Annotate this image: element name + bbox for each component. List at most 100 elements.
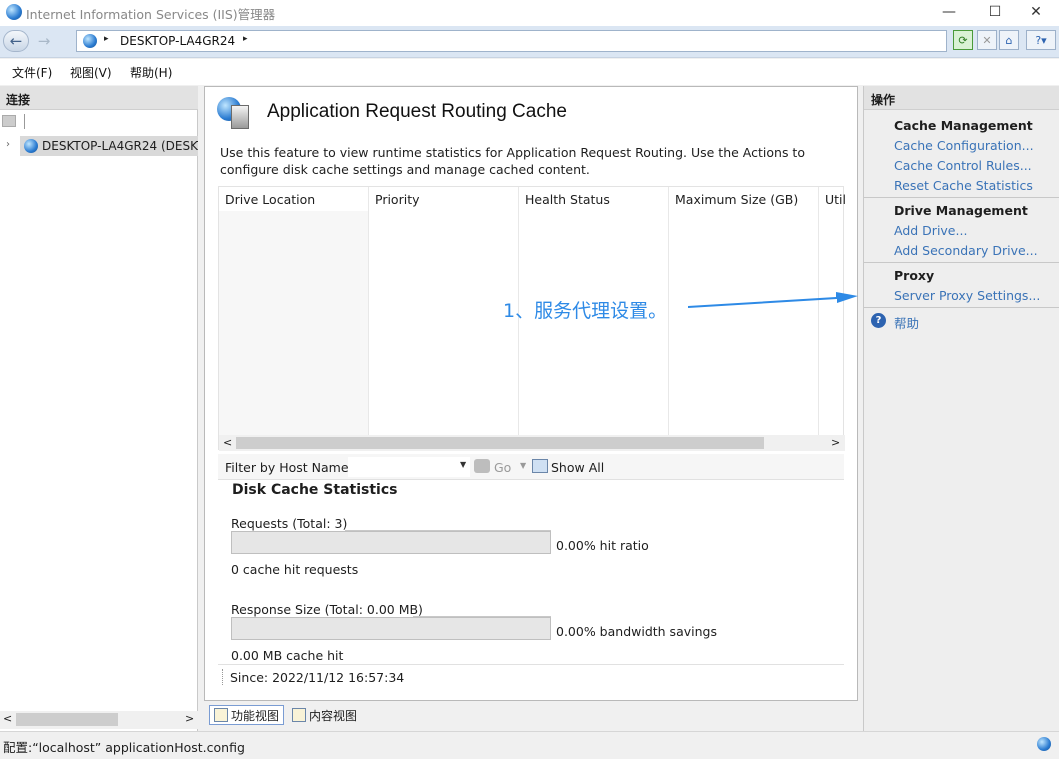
column-health-status[interactable]: Health Status [519,187,669,211]
binoculars-icon [474,459,490,473]
server-globe-icon [83,34,97,48]
status-text: 配置:“localhost” applicationHost.config [3,740,245,755]
server-proxy-settings-link[interactable]: Server Proxy Settings... [894,288,1040,303]
column-maximum-size[interactable]: Maximum Size (GB) [669,187,819,211]
go-dropdown-icon[interactable]: ▼ [520,461,526,470]
connections-pane: 连接 › DESKTOP-LA4GR24 (DESKTOP-LA4GR24\ <… [0,86,198,731]
breadcrumb-host[interactable]: DESKTOP-LA4GR24 [120,34,235,48]
menu-view[interactable]: 视图(V) [70,64,112,81]
drive-management-heading: Drive Management [894,203,1028,218]
show-all-icon [532,459,548,473]
content-view-icon [292,708,306,722]
maximize-button[interactable]: ☐ [972,0,1018,24]
tab-content-view[interactable]: 内容视图 [288,705,361,725]
scrollbar-thumb[interactable] [236,437,764,449]
add-drive-link[interactable]: Add Drive... [894,223,967,238]
help-dropdown-icon[interactable]: ?▾ [1026,30,1056,50]
refresh-icon[interactable]: ⟳ [953,30,973,50]
scroll-left-icon[interactable]: < [3,712,12,725]
tab-features-view[interactable]: 功能视图 [209,705,285,725]
tree-expander-icon[interactable]: › [6,139,10,150]
grid-scrollbar[interactable]: < > [219,435,845,451]
filter-dropdown-icon[interactable]: ▼ [460,460,466,469]
cache-hit-requests: 0 cache hit requests [231,562,359,577]
bandwidth-bar [231,617,551,640]
sort-ascending-icon: ^ [290,187,298,193]
since-row: Since: 2022/11/12 16:57:34 [218,664,844,688]
status-bar: 配置:“localhost” applicationHost.config [0,731,1059,759]
connections-toolbar [0,110,198,134]
annotation-text: 1、服务代理设置。 [503,300,668,322]
minimize-button[interactable]: — [926,0,972,24]
connections-header: 连接 [0,86,198,110]
help-icon[interactable]: ? [871,313,886,328]
features-view-icon [214,708,228,722]
since-timestamp: Since: 2022/11/12 16:57:34 [230,670,405,685]
scroll-left-icon[interactable]: < [223,436,232,449]
hit-ratio-text: 0.00% hit ratio [556,538,649,553]
bandwidth-text: 0.00% bandwidth savings [556,624,717,639]
requests-label: Requests (Total: 3) [231,516,348,531]
cache-management-heading: Cache Management [894,118,1033,133]
filter-label: Filter by Host Name: [225,460,353,475]
status-server-icon [1037,737,1051,751]
show-all-button[interactable]: Show All [551,460,604,475]
response-size-label: Response Size (Total: 0.00 MB) [231,602,423,617]
breadcrumb-chevron-icon[interactable]: ▸ [243,34,248,44]
column-divider[interactable] [668,187,669,435]
column-drive-location[interactable]: Drive Location ^ [219,187,369,211]
actions-divider [864,307,1059,308]
server-icon [24,139,38,153]
grip-handle [222,669,225,685]
column-divider[interactable] [368,187,369,435]
close-button[interactable]: ✕ [1013,0,1059,24]
tab-features-label: 功能视图 [231,708,280,723]
menu-file[interactable]: 文件(F) [12,64,52,81]
scroll-right-icon[interactable]: > [831,436,840,449]
reset-cache-statistics-link[interactable]: Reset Cache Statistics [894,178,1033,193]
actions-pane: 操作 Cache Management Cache Configuration.… [863,86,1059,731]
feature-pane: Application Request Routing Cache Use th… [204,86,858,701]
filter-bar: Filter by Host Name: ▼ Go ▼ Show All [218,454,844,480]
connections-scrollbar[interactable]: < > [0,711,198,729]
title-bar: Internet Information Services (IIS)管理器 —… [0,0,1059,26]
help-link[interactable]: 帮助 [894,313,919,332]
back-button[interactable]: ← [3,30,29,52]
feature-description: Use this feature to view runtime statist… [220,145,805,177]
breadcrumb-separator-icon[interactable]: ▸ [104,34,109,44]
cache-control-rules-link[interactable]: Cache Control Rules... [894,158,1032,173]
column-priority[interactable]: Priority [369,187,519,211]
scroll-right-icon[interactable]: > [185,712,194,725]
connect-icon[interactable] [2,115,16,127]
host-filter-input[interactable] [348,457,470,477]
scrollbar-thumb[interactable] [16,713,118,726]
proxy-heading: Proxy [894,268,935,283]
toolbar-divider [24,114,25,129]
mb-cache-hit: 0.00 MB cache hit [231,648,344,663]
stop-icon[interactable]: ✕ [977,30,997,50]
tree-node-server[interactable]: › DESKTOP-LA4GR24 (DESKTOP-LA4GR24\ [4,136,198,156]
tab-content-label: 内容视图 [309,708,358,723]
actions-header: 操作 [864,86,1059,110]
arr-cache-icon [217,97,251,131]
server-tower-icon [231,105,249,129]
tree-node-label[interactable]: DESKTOP-LA4GR24 (DESKTOP-LA4GR24\ [42,139,198,153]
stats-title: Disk Cache Statistics [232,482,398,498]
window-title: Internet Information Services (IIS)管理器 [26,7,276,22]
annotation-arrow-icon [688,292,858,308]
actions-divider [864,197,1059,198]
home-icon[interactable]: ⌂ [999,30,1019,50]
forward-button[interactable]: → [32,30,56,52]
column-utilization[interactable]: Util [819,187,845,211]
sorted-column-shade [219,211,369,435]
hit-ratio-bar [231,531,551,554]
column-drive-location-label: Drive Location [225,192,316,207]
address-bar[interactable]: ▸ DESKTOP-LA4GR24 ▸ [76,30,947,52]
go-button[interactable]: Go [494,460,511,475]
actions-divider [864,262,1059,263]
cache-configuration-link[interactable]: Cache Configuration... [894,138,1034,153]
menu-help[interactable]: 帮助(H) [130,64,172,81]
feature-title: Application Request Routing Cache [267,101,567,122]
menu-bar: 文件(F) 视图(V) 帮助(H) [0,59,1059,85]
add-secondary-drive-link[interactable]: Add Secondary Drive... [894,243,1038,258]
